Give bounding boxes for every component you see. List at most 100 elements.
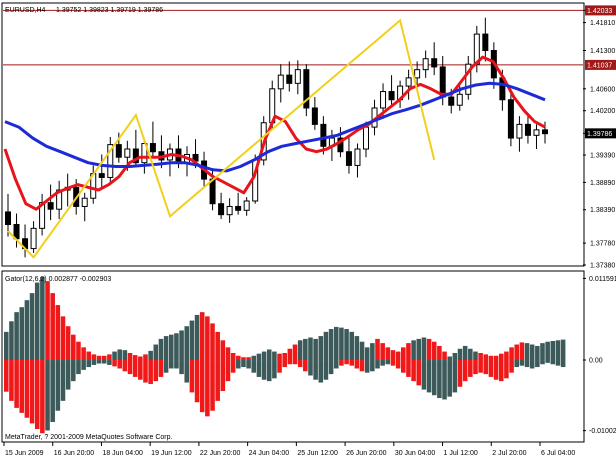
candle-body (149, 143, 156, 153)
gator-lower-bar (153, 360, 159, 382)
gator-upper-bar (431, 341, 437, 361)
gator-lower-bar (318, 360, 324, 383)
candle-body (542, 129, 548, 135)
gator-upper-bar (504, 351, 509, 361)
gator-upper-bar (199, 312, 205, 361)
price-badge-label: 1.42033 (587, 8, 612, 15)
gator-lower-bar (277, 360, 282, 373)
gator-lower-bar (550, 360, 556, 365)
price-tick-label: 1.40200 (590, 108, 615, 115)
gator-lower-bar (266, 360, 272, 382)
gator-upper-bar (308, 337, 313, 361)
candle-body (124, 148, 131, 158)
gator-lower-bar (473, 360, 478, 375)
gator-upper-bar (540, 343, 545, 361)
gator-lower-bar (132, 360, 138, 377)
gator-upper-bar (272, 351, 277, 361)
price-tick-label: 1.41300 (590, 48, 615, 55)
gator-upper-bar (550, 341, 556, 361)
gator-upper-bar (401, 347, 406, 361)
gator-upper-bar (210, 323, 215, 361)
gator-upper-bar (529, 344, 535, 361)
gator-lower-bar (354, 360, 360, 369)
gator-upper-bar (117, 349, 122, 361)
gator-upper-bar (40, 276, 45, 361)
gator-lower-bar (535, 360, 540, 368)
gator-lower-bar (442, 360, 447, 400)
chart-svg: 1.42033 1.41810 1.41300 1.40600 1.40200 1.397… (1, 2, 616, 457)
gator-upper-bar (277, 353, 282, 361)
gator-lower-bar (421, 360, 427, 390)
gator-upper-bar (292, 344, 298, 361)
gator-upper-bar (333, 326, 339, 361)
gator-upper-bar (411, 340, 416, 361)
gator-upper-bar (60, 316, 66, 361)
gator-upper-bar (370, 343, 375, 361)
candle-body (533, 129, 540, 136)
candle-body (243, 200, 250, 211)
gator-upper-bar (442, 351, 447, 361)
gator-lower-bar (431, 360, 437, 396)
price-tick-label: 1.38890 (590, 180, 615, 187)
gator-upper-bar (174, 333, 179, 361)
gator-lower-bar (179, 360, 184, 375)
candle-body (482, 33, 489, 52)
gator-upper-bar (81, 347, 86, 361)
candle-body (286, 74, 293, 84)
gator-upper-bar (179, 330, 184, 361)
gator-lower-bar (101, 360, 107, 364)
gator-lower-bar (282, 360, 287, 368)
gator-upper-bar (4, 331, 9, 361)
gator-upper-bar (457, 348, 463, 361)
gator-upper-bar (34, 282, 40, 361)
time-label: 1 Jul 12:00 (444, 450, 478, 457)
candle-body (405, 77, 412, 87)
gator-upper-bar (478, 352, 483, 361)
gator-upper-bar (29, 293, 35, 361)
time-label: 24 Jun 04:00 (249, 450, 290, 457)
gator-upper-bar (297, 340, 303, 361)
gator-lower-bar (60, 360, 66, 401)
gator-upper-bar (71, 334, 76, 361)
gator-upper-bar (426, 338, 432, 361)
gator-upper-bar (493, 355, 499, 361)
gator-upper-bar (132, 355, 138, 361)
gator-lower-bar (313, 360, 318, 380)
gator-lower-bar (158, 360, 164, 377)
gator-lower-bar (138, 360, 143, 380)
gator-upper-bar (452, 352, 458, 361)
gator-lower-bar (333, 360, 339, 369)
gator-lower-bar (34, 360, 40, 430)
gator-upper-bar (509, 347, 514, 361)
gator-lower-bar (112, 360, 117, 367)
gator-lower-bar (323, 360, 329, 380)
candle-body (277, 74, 284, 90)
gator-upper-bar (395, 351, 401, 361)
symbol-label: EURUSD,H4 (5, 7, 46, 14)
gator-tick-label: 0.00 (589, 358, 603, 365)
gator-upper-bar (241, 357, 246, 361)
gator-lower-bar (390, 360, 396, 366)
gator-lower-bar (45, 360, 50, 431)
gator-lower-bar (344, 360, 349, 365)
gator-upper-bar (390, 350, 396, 361)
gator-upper-bar (437, 345, 442, 361)
gator-upper-bar (416, 338, 422, 361)
candle-body (414, 69, 421, 79)
candle-body (81, 197, 88, 207)
time-label: 18 Jun 04:00 (102, 450, 143, 457)
gator-upper-bar (143, 354, 148, 361)
gator-upper-bar (220, 340, 226, 361)
gator-lower-bar (19, 360, 25, 413)
time-label: 19 Jun 12:00 (151, 450, 192, 457)
gator-upper-bar (359, 341, 365, 361)
gator-lower-bar (251, 360, 257, 373)
gator-lower-bar (339, 360, 344, 366)
gator-lower-bar (225, 360, 231, 382)
candle-body (235, 205, 242, 211)
gator-upper-bar (96, 355, 102, 361)
gator-upper-bar (215, 331, 220, 361)
candle-body (516, 123, 523, 139)
gator-lower-bar (509, 360, 514, 373)
gator-lower-bar (4, 360, 9, 392)
